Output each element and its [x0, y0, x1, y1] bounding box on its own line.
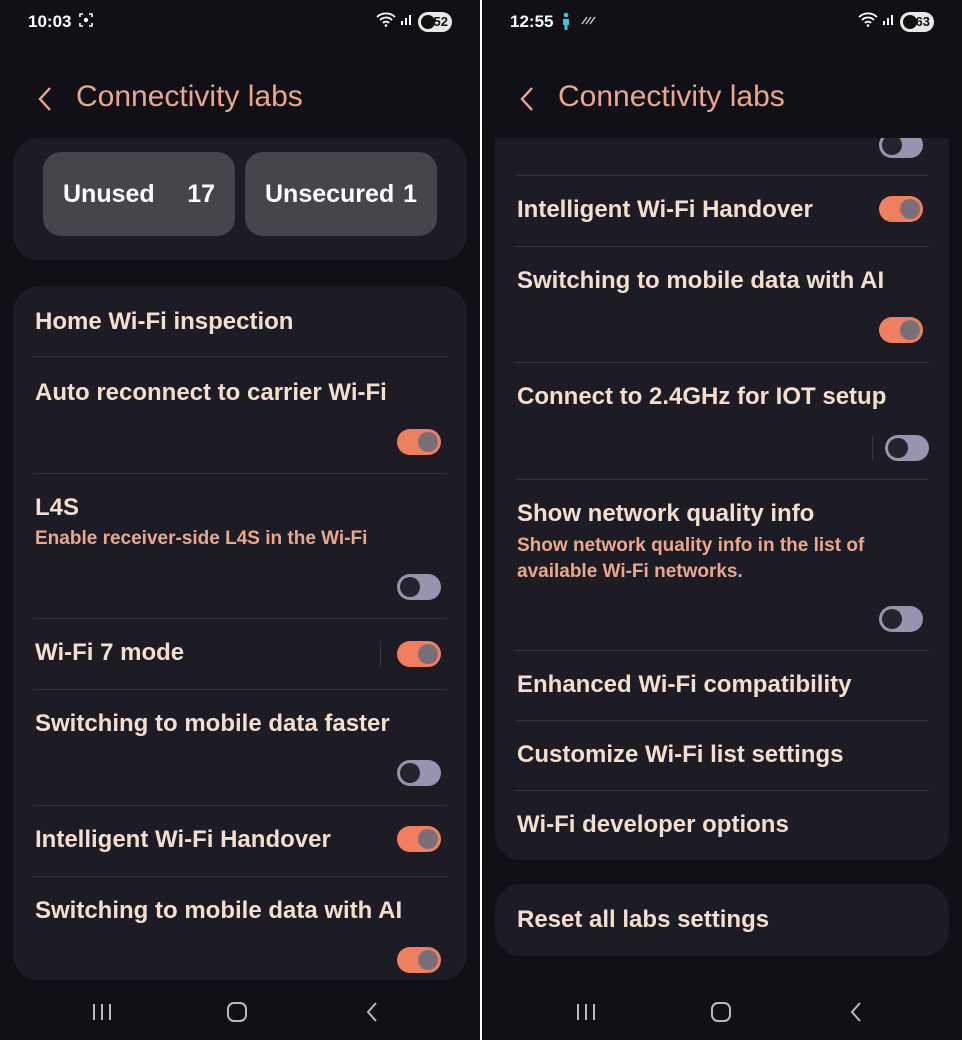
page-title: Connectivity labs: [76, 80, 303, 113]
unsecured-label: Unsecured: [265, 179, 395, 208]
right-screen: 12:55 63 Connectivity labs Intelligent W…: [482, 0, 962, 1040]
switching-ai-item[interactable]: Switching to mobile data with AI: [33, 877, 447, 980]
status-icons: 63: [858, 11, 934, 32]
back-icon[interactable]: [836, 996, 876, 1028]
status-time: 10:03: [28, 12, 72, 31]
nav-bar: [0, 990, 480, 1034]
reset-label: Reset all labs settings: [517, 906, 770, 933]
back-chevron-icon[interactable]: [514, 84, 542, 114]
l4s-toggle[interactable]: [397, 574, 441, 600]
settings-panel: Intelligent Wi-Fi Handover Switching to …: [495, 138, 949, 860]
data-activity-icon: [580, 12, 596, 29]
signal-icon: [400, 12, 414, 31]
status-bar: 10:03 52: [0, 0, 480, 44]
intelligent-handover-item[interactable]: Intelligent Wi-Fi Handover: [515, 176, 929, 246]
header: Connectivity labs: [0, 70, 480, 130]
separator: [380, 641, 381, 667]
home-wifi-inspection-item[interactable]: Home Wi-Fi inspection: [33, 286, 447, 356]
item-title: Enhanced Wi-Fi compatibility: [517, 671, 852, 698]
status-time: 12:55: [510, 12, 554, 31]
battery-icon: 52: [418, 11, 452, 32]
item-title: Switching to mobile data faster: [35, 710, 390, 737]
reset-labs-button[interactable]: Reset all labs settings: [515, 884, 929, 956]
battery-level: 52: [433, 14, 448, 29]
settings-panel: Home Wi-Fi inspection Auto reconnect to …: [13, 286, 467, 980]
left-screen: 10:03 52 Connectivity labs Unused 17 Uns…: [0, 0, 480, 1040]
screenshot-icon: [78, 12, 94, 31]
unsecured-card[interactable]: Unsecured 1: [245, 152, 437, 236]
home-icon[interactable]: [217, 996, 257, 1028]
auto-reconnect-toggle[interactable]: [397, 429, 441, 455]
wifi7-mode-item[interactable]: Wi-Fi 7 mode: [33, 619, 447, 689]
intelligent-handover-item[interactable]: Intelligent Wi-Fi Handover: [33, 806, 447, 876]
customize-list-item[interactable]: Customize Wi-Fi list settings: [515, 721, 929, 791]
separator: [872, 435, 873, 461]
l4s-item[interactable]: L4S Enable receiver-side L4S in the Wi-F…: [33, 474, 447, 618]
item-title: Connect to 2.4GHz for IOT setup: [517, 383, 887, 410]
network-quality-toggle[interactable]: [879, 606, 923, 632]
unsecured-count: 1: [403, 179, 417, 208]
unused-card[interactable]: Unused 17: [43, 152, 235, 236]
item-title: Intelligent Wi-Fi Handover: [517, 196, 813, 223]
switching-ai-toggle[interactable]: [397, 947, 441, 973]
connect-24ghz-item[interactable]: Connect to 2.4GHz for IOT setup: [515, 363, 929, 479]
switching-faster-toggle[interactable]: [397, 760, 441, 786]
item-title: L4S: [35, 494, 80, 521]
developer-options-item[interactable]: Wi-Fi developer options: [515, 791, 929, 860]
battery-level: 63: [915, 14, 930, 29]
person-icon: [560, 12, 572, 33]
wifi-icon: [376, 11, 396, 32]
item-title: Wi-Fi developer options: [517, 811, 789, 838]
home-icon[interactable]: [701, 996, 741, 1028]
wifi-icon: [858, 11, 878, 32]
auto-reconnect-item[interactable]: Auto reconnect to carrier Wi-Fi: [33, 357, 447, 473]
status-icons: 52: [376, 11, 452, 32]
item-title: Switching to mobile data with AI: [517, 267, 885, 294]
item-subtitle-line1: Show network quality info in the list of: [517, 535, 865, 556]
status-bar: 12:55 63: [482, 0, 962, 44]
back-chevron-icon[interactable]: [32, 84, 60, 114]
recents-icon[interactable]: [566, 996, 606, 1028]
item-title: Auto reconnect to carrier Wi-Fi: [35, 379, 387, 406]
battery-icon: 63: [900, 11, 934, 32]
partial-toggle[interactable]: [879, 138, 923, 158]
connect-24ghz-toggle[interactable]: [885, 435, 929, 461]
unused-count: 17: [187, 179, 215, 208]
page-title: Connectivity labs: [558, 80, 785, 113]
recents-icon[interactable]: [82, 996, 122, 1028]
switching-ai-item[interactable]: Switching to mobile data with AI: [515, 247, 929, 363]
item-title: Switching to mobile data with AI: [35, 897, 403, 924]
item-subtitle-line2: available Wi-Fi networks.: [517, 561, 743, 582]
unused-label: Unused: [63, 179, 155, 208]
network-quality-item[interactable]: Show network quality info Show network q…: [515, 480, 929, 650]
intelligent-handover-toggle[interactable]: [397, 826, 441, 852]
header: Connectivity labs: [482, 70, 962, 130]
switching-ai-toggle[interactable]: [879, 317, 923, 343]
item-subtitle: Enable receiver-side L4S in the Wi-Fi: [35, 528, 368, 549]
item-title: Customize Wi-Fi list settings: [517, 741, 844, 768]
signal-icon: [882, 12, 896, 31]
intelligent-handover-toggle[interactable]: [879, 196, 923, 222]
switching-faster-item[interactable]: Switching to mobile data faster: [33, 690, 447, 806]
item-title: Home Wi-Fi inspection: [35, 308, 294, 335]
nav-bar: [482, 990, 962, 1034]
wifi7-mode-toggle[interactable]: [397, 641, 441, 667]
back-icon[interactable]: [352, 996, 392, 1028]
item-title: Show network quality info: [517, 500, 815, 527]
enhanced-compatibility-item[interactable]: Enhanced Wi-Fi compatibility: [515, 651, 929, 721]
item-title: Wi-Fi 7 mode: [35, 639, 185, 666]
stats-panel: Unused 17 Unsecured 1: [13, 138, 467, 260]
item-title: Intelligent Wi-Fi Handover: [35, 826, 331, 853]
reset-panel: Reset all labs settings: [495, 884, 949, 956]
